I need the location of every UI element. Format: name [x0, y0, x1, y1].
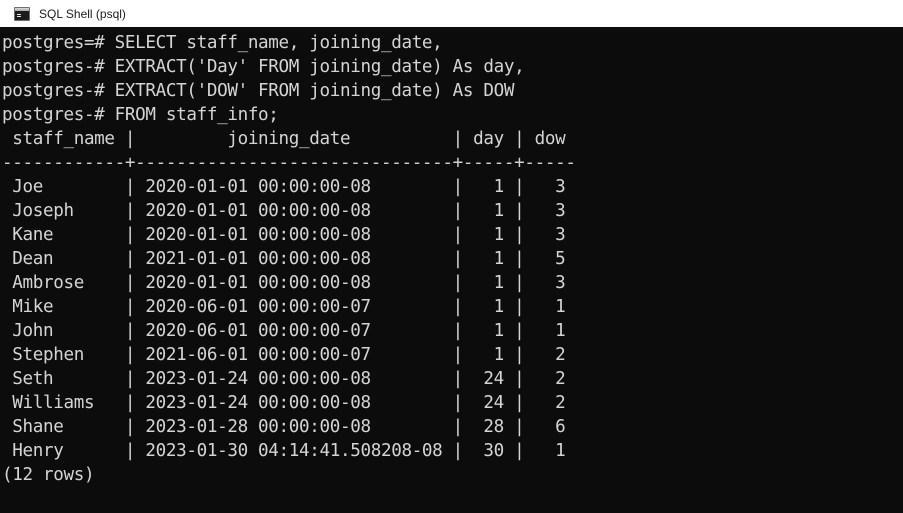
table-row: Stephen | 2021-06-01 00:00:00-07 | 1 | 2 — [2, 345, 566, 365]
table-row: Dean | 2021-01-01 00:00:00-08 | 1 | 5 — [2, 249, 566, 269]
table-row: Henry | 2023-01-30 04:14:41.508208-08 | … — [2, 441, 566, 461]
table-row: Seth | 2023-01-24 00:00:00-08 | 24 | 2 — [2, 369, 566, 389]
result-table-header: staff_name | joining_date | day | dow — [2, 129, 576, 149]
query-line: postgres-# EXTRACT('DOW' FROM joining_da… — [2, 81, 515, 101]
console-icon — [14, 6, 30, 21]
table-row: Joseph | 2020-01-01 00:00:00-08 | 1 | 3 — [2, 201, 566, 221]
table-row: John | 2020-06-01 00:00:00-07 | 1 | 1 — [2, 321, 566, 341]
window-title: SQL Shell (psql) — [39, 6, 126, 21]
query-line: postgres-# FROM staff_info; — [2, 105, 279, 125]
table-row: Shane | 2023-01-28 00:00:00-08 | 28 | 6 — [2, 417, 566, 437]
row-count-label: (12 rows) — [2, 465, 95, 485]
table-row: Ambrose | 2020-01-01 00:00:00-08 | 1 | 3 — [2, 273, 566, 293]
result-table-separator: ------------+---------------------------… — [2, 153, 576, 173]
table-row: Joe | 2020-01-01 00:00:00-08 | 1 | 3 — [2, 177, 566, 197]
window-titlebar: SQL Shell (psql) — [0, 0, 903, 27]
table-row: Kane | 2020-01-01 00:00:00-08 | 1 | 3 — [2, 225, 566, 245]
table-row: Williams | 2023-01-24 00:00:00-08 | 24 |… — [2, 393, 566, 413]
table-row: Mike | 2020-06-01 00:00:00-07 | 1 | 1 — [2, 297, 566, 317]
terminal-output-area[interactable]: postgres=# SELECT staff_name, joining_da… — [0, 27, 903, 513]
query-line: postgres-# EXTRACT('Day' FROM joining_da… — [2, 57, 525, 77]
query-line: postgres=# SELECT staff_name, joining_da… — [2, 33, 443, 53]
